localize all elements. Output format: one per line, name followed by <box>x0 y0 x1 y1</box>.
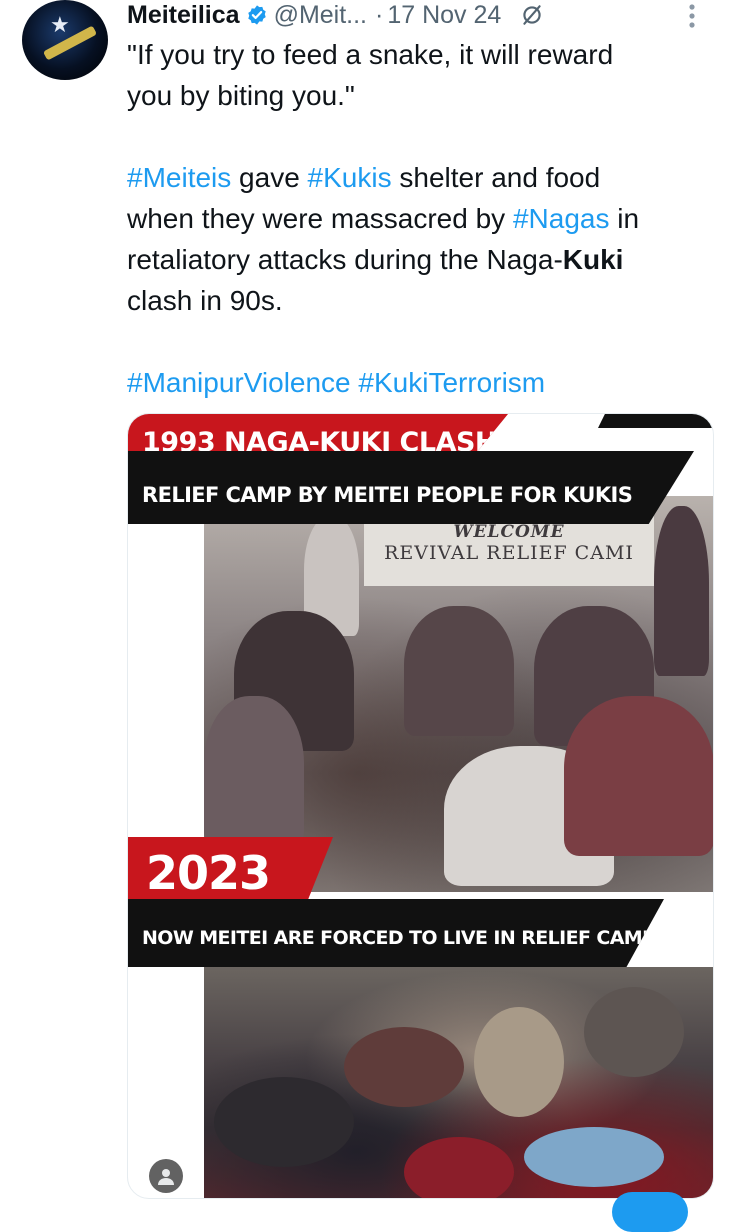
crowd-blob <box>474 1007 564 1117</box>
person-figure <box>204 696 304 846</box>
person-glyph <box>158 1169 174 1185</box>
body-text: shelter and food <box>391 162 601 193</box>
display-name[interactable]: Meiteilica <box>127 1 240 30</box>
crowd-blob <box>344 1027 464 1107</box>
quote-text: "If you try to feed a snake, it will rew… <box>127 39 614 70</box>
person-figure <box>654 506 709 676</box>
avatar[interactable]: ★ <box>22 0 108 80</box>
text-line: you by biting you." <box>127 75 717 116</box>
user-handle[interactable]: @Meit... <box>274 1 367 30</box>
hashtag-manipurviolence[interactable]: #ManipurViolence <box>127 367 351 398</box>
sign-text: WELCOME <box>453 522 565 542</box>
body-text: gave <box>231 162 308 193</box>
crowd-blob <box>404 1137 514 1198</box>
sign-text: REVIVAL RELIEF CAMI <box>384 542 634 564</box>
quote-text: you by biting you." <box>127 80 355 111</box>
hashtag-kukis[interactable]: #Kukis <box>308 162 392 193</box>
banner-2023-subtitle: NOW MEITEI ARE FORCED TO LIVE IN RELIEF … <box>128 899 664 967</box>
banner-1993-subtitle: RELIEF CAMP BY MEITEI PEOPLE FOR KUKIS <box>128 451 694 524</box>
tweet-image[interactable]: WELCOME REVIVAL RELIEF CAMI 1993 NAGA-KU… <box>127 413 714 1199</box>
text-line: clash in 90s. <box>127 280 717 321</box>
relief-camp-1993-photo: WELCOME REVIVAL RELIEF CAMI <box>204 496 713 892</box>
hashtag-nagas[interactable]: #Nagas <box>513 203 610 234</box>
tweet-header: Meiteilica @Meit... · 17 Nov 24 <box>127 0 545 30</box>
person-figure <box>564 696 713 856</box>
body-text: when they were massacred by <box>127 203 513 234</box>
person-figure <box>404 606 514 736</box>
text-line: when they were massacred by #Nagas in <box>127 198 717 239</box>
text-line: #ManipurViolence #KukiTerrorism <box>127 362 717 403</box>
text-line: "If you try to feed a snake, it will rew… <box>127 34 717 75</box>
person-icon[interactable] <box>149 1159 183 1193</box>
bold-text: Kuki <box>562 244 624 275</box>
crowd-blob <box>214 1077 354 1167</box>
body-text: retaliatory attacks during the Naga- <box>127 244 563 275</box>
crowd-blob <box>584 987 684 1077</box>
post-date[interactable]: 17 Nov 24 <box>387 1 501 30</box>
banner-2023-title: 2023 <box>128 837 333 909</box>
hashtag-kukiterrorism[interactable]: #KukiTerrorism <box>358 367 545 398</box>
crowd-blob <box>524 1127 664 1187</box>
hashtag-meiteis[interactable]: #Meiteis <box>127 162 231 193</box>
verified-badge-icon <box>247 5 266 25</box>
more-vertical-icon[interactable] <box>683 2 701 30</box>
relief-camp-2023-photo <box>204 967 713 1198</box>
body-text: in <box>609 203 640 234</box>
body-text: clash in 90s. <box>127 285 283 316</box>
corner-strip <box>598 414 713 428</box>
tweet-text: "If you try to feed a snake, it will rew… <box>127 34 717 403</box>
text-line: retaliatory attacks during the Naga-Kuki <box>127 239 717 280</box>
compose-button[interactable] <box>612 1192 688 1232</box>
separator-dot: · <box>375 0 384 29</box>
star-icon: ★ <box>50 12 70 37</box>
text-line: #Meiteis gave #Kukis shelter and food <box>127 157 717 198</box>
photo-banner-sign: WELCOME REVIVAL RELIEF CAMI <box>364 516 654 586</box>
grok-icon[interactable] <box>519 2 545 28</box>
